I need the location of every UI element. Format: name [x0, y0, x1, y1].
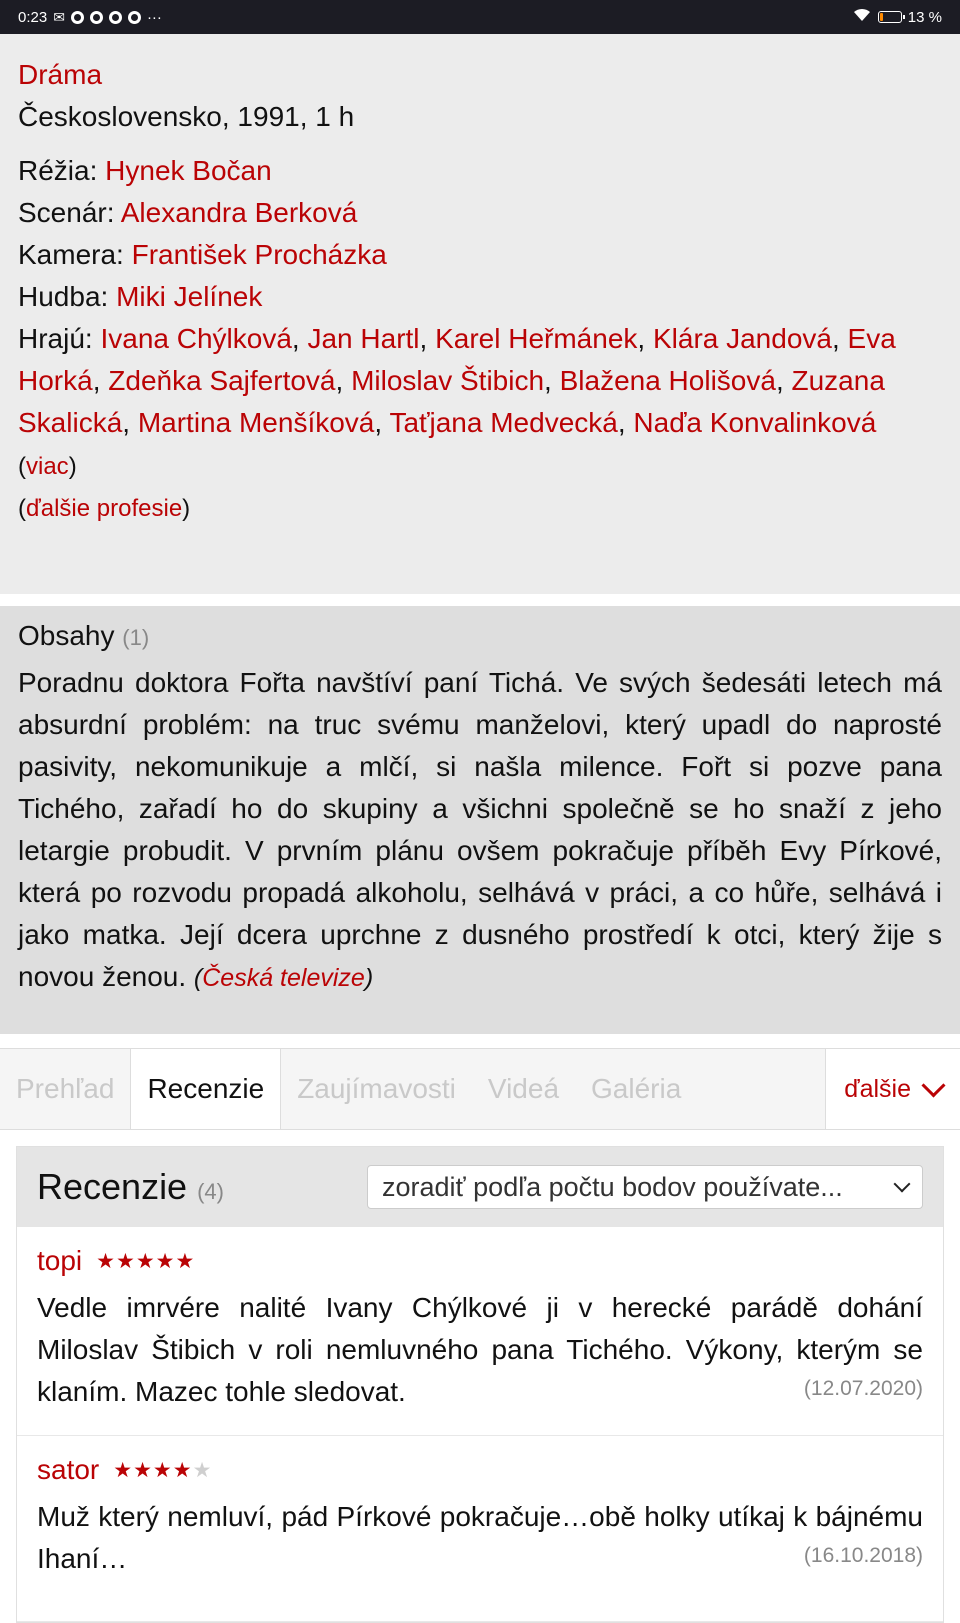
star-icon: ★: [172, 1458, 192, 1482]
star-icon: ★: [113, 1458, 133, 1482]
tab-trivia[interactable]: Zaujímavosti: [281, 1049, 472, 1129]
genre[interactable]: Dráma: [18, 54, 942, 96]
more-professions-line: (ďalšie profesie): [18, 495, 191, 522]
more-professions-link[interactable]: ďalšie profesie: [26, 495, 182, 522]
camera-line: Kamera: František Procházka: [18, 234, 942, 276]
review-user-link[interactable]: sator: [37, 1454, 99, 1486]
reviews-section: Recenzie (4) zoradiť podľa počtu bodov po…: [16, 1146, 944, 1623]
chrome-icon: [108, 10, 122, 24]
review-text: Vedle imrvére nalité Ivany Chýlkové ji v…: [37, 1292, 923, 1407]
actor-link[interactable]: Martina Menšíková: [138, 407, 375, 438]
review-item: topi ★ ★ ★ ★ ★ Vedle imrvére nalité Ivany Ch…: [17, 1227, 943, 1436]
chrome-icon: [127, 10, 141, 24]
plot-text-block: Poradnu doktora Fořta navštíví paní Tich…: [18, 667, 942, 992]
clock: 0:23: [18, 8, 48, 26]
plot-section: Obsahy (1) Poradnu doktora Fořta navštív…: [0, 606, 960, 1034]
tab-videos[interactable]: Videá: [472, 1049, 575, 1129]
star-icon: ★: [115, 1249, 135, 1273]
camera-label: Kamera:: [18, 239, 124, 270]
status-bar: 0:23 ✉ ··· 13 %: [0, 0, 960, 34]
star-icon: ★: [135, 1249, 155, 1273]
star-icon: ★: [152, 1458, 172, 1482]
person-link[interactable]: František Procházka: [132, 239, 387, 270]
origin: Československo, 1991, 1 h: [18, 101, 355, 132]
reviews-title-wrap: Recenzie (4): [37, 1166, 224, 1208]
actor-link[interactable]: Klára Jandová: [653, 323, 832, 354]
plot-count: (1): [122, 625, 150, 650]
person-link[interactable]: Alexandra Berková: [121, 197, 358, 228]
music-line: Hudba: Miki Jelínek: [18, 276, 942, 318]
star-icon: ★: [155, 1249, 175, 1273]
tab-more-button[interactable]: ďalšie: [825, 1049, 960, 1129]
plot-text: Poradnu doktora Fořta navštíví paní Tich…: [18, 667, 942, 992]
status-left: 0:23 ✉ ···: [18, 9, 162, 26]
mail-icon: ✉: [53, 8, 65, 25]
actor-link[interactable]: Naďa Konvalinková: [633, 407, 876, 438]
actor-link[interactable]: Zdeňka Sajfertová: [108, 365, 335, 396]
tab-gallery[interactable]: Galéria: [575, 1049, 697, 1129]
person-link[interactable]: Miki Jelínek: [116, 281, 262, 312]
film-info: Dráma Československo, 1991, 1 h Réžia: H…: [0, 34, 960, 594]
chrome-icon: [70, 10, 84, 24]
actor-link[interactable]: Karel Heřmánek: [435, 323, 637, 354]
wifi-icon: [852, 8, 872, 26]
plot-heading: Obsahy (1): [18, 620, 942, 652]
battery-icon: [877, 11, 905, 23]
review-header: sator ★ ★ ★ ★ ★: [37, 1454, 923, 1486]
rating-stars: ★ ★ ★ ★ ★: [113, 1458, 211, 1483]
cast-label: Hrajú:: [18, 323, 93, 354]
actor-link[interactable]: Miloslav Štibich: [351, 365, 544, 396]
review-item: sator ★ ★ ★ ★ ★ Muž který nemluví, pád Pírko…: [17, 1436, 943, 1622]
reviews-count: (4): [197, 1179, 224, 1204]
plot-title: Obsahy: [18, 620, 115, 651]
review-date: (16.10.2018): [803, 1544, 923, 1567]
rating-stars: ★ ★ ★ ★ ★: [96, 1249, 194, 1274]
chevron-down-icon: [893, 1175, 911, 1193]
status-right: 13 %: [852, 8, 942, 26]
plot-source-link[interactable]: Česká televize: [202, 964, 365, 992]
person-link[interactable]: Hynek Bočan: [105, 155, 272, 186]
more-notifications-icon: ···: [146, 8, 162, 26]
cast-line: Hrajú: Ivana Chýlková, Jan Hartl, Karel …: [18, 323, 896, 480]
tab-overview[interactable]: Prehľad: [0, 1049, 130, 1129]
sort-select[interactable]: zoradiť podľa počtu bodov používate...: [367, 1165, 923, 1209]
tab-more-label: ďalšie: [844, 1074, 911, 1103]
directing-line: Réžia: Hynek Bočan: [18, 150, 942, 192]
review-text: Muž který nemluví, pád Pírkové pokračuje…: [37, 1501, 923, 1574]
screenplay-line: Scenár: Alexandra Berková: [18, 192, 942, 234]
review-user-link[interactable]: topi: [37, 1245, 82, 1277]
music-label: Hudba:: [18, 281, 109, 312]
directing-label: Réžia:: [18, 155, 98, 186]
reviews-title: Recenzie: [37, 1166, 188, 1207]
star-icon: ★: [96, 1249, 115, 1273]
review-date: (12.07.2020): [803, 1377, 923, 1400]
battery-percent: 13 %: [907, 8, 942, 26]
film-tabs: Prehľad Recenzie Zaujímavosti Videá Galé…: [0, 1048, 960, 1130]
actor-link[interactable]: Jan Hartl: [307, 323, 419, 354]
reviews-header: Recenzie (4) zoradiť podľa počtu bodov po…: [17, 1147, 943, 1227]
star-icon: ★: [175, 1249, 195, 1273]
actor-link[interactable]: Blažena Holišová: [560, 365, 776, 396]
tab-reviews[interactable]: Recenzie: [130, 1049, 282, 1129]
screenplay-label: Scenár:: [18, 197, 115, 228]
actor-link[interactable]: Ivana Chýlková: [100, 323, 291, 354]
star-icon: ★: [192, 1458, 212, 1482]
review-header: topi ★ ★ ★ ★ ★: [37, 1245, 923, 1277]
star-icon: ★: [133, 1458, 152, 1482]
chrome-icon: [89, 10, 103, 24]
more-cast-link[interactable]: viac: [26, 453, 69, 480]
sort-value: zoradiť podľa počtu bodov používate...: [382, 1171, 843, 1202]
actor-link[interactable]: Taťjana Medvecká: [389, 407, 617, 438]
chevron-down-icon: [921, 1072, 946, 1098]
